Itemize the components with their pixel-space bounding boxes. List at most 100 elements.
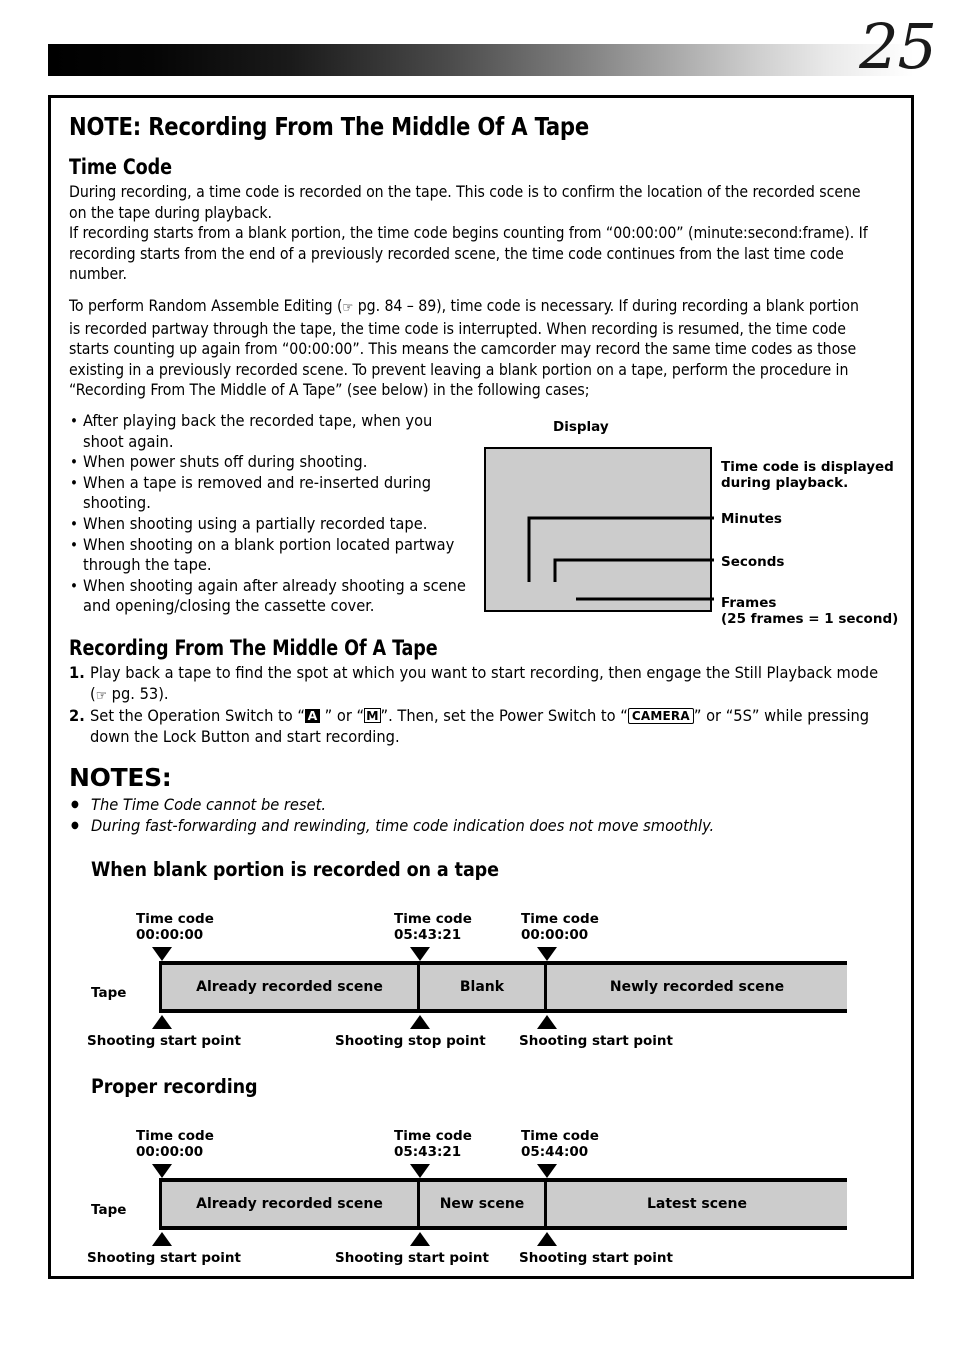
step-2-text-part-1: Set the Operation Switch to “ xyxy=(90,706,305,726)
page-ref-84-89: pg. 84 – 89 xyxy=(357,295,437,315)
shooting-point-label: Shooting start point xyxy=(335,1250,489,1267)
shooting-point-label: Shooting start point xyxy=(87,1250,241,1267)
tape-label: Tape xyxy=(91,985,127,1002)
bullets-and-display-row: After playing back the recorded tape, wh… xyxy=(69,411,901,627)
step-2-text-part-2: ” or “ xyxy=(324,706,365,726)
timecode-label: Time code 05:44:00 xyxy=(521,1128,599,1160)
section-heading-time-code: Time Code xyxy=(69,155,172,179)
tape-label: Tape xyxy=(91,1202,127,1219)
list-item: When shooting using a partially recorded… xyxy=(69,514,469,535)
page-number: 25 xyxy=(859,10,937,83)
step-2-text-part-3: ”. Then, set the Power Switch to “ xyxy=(380,706,628,726)
timecode-label: Time code 05:43:21 xyxy=(394,1128,472,1160)
pointing-hand-icon: ☞ xyxy=(95,687,108,704)
label-frames-main: Frames xyxy=(721,594,777,611)
marker-arrow-down xyxy=(537,947,557,962)
marker-arrow-down xyxy=(152,1164,172,1179)
list-item: During fast-forwarding and rewinding, ti… xyxy=(69,815,899,836)
time-code-paragraph-3: To perform Random Assemble Editing (☞ pg… xyxy=(69,296,870,401)
time-code-paragraph-1: During recording, a time code is recorde… xyxy=(69,182,861,222)
page-header: 25 xyxy=(0,0,954,95)
display-note: Time code is displayed during playback. xyxy=(721,459,896,491)
marker-arrow-up xyxy=(537,1015,557,1030)
label-seconds: Seconds xyxy=(721,553,785,570)
timecode-value: 00:00:00 xyxy=(521,927,589,944)
condition-bullet-list: After playing back the recorded tape, wh… xyxy=(69,411,469,617)
time-code-paragraph-2: If recording starts from a blank portion… xyxy=(69,223,868,284)
marker-arrow-down xyxy=(152,947,172,962)
timecode-caption: Time code xyxy=(521,911,599,928)
marker-arrow-down xyxy=(410,1164,430,1179)
shooting-point-label: Shooting start point xyxy=(519,1250,673,1267)
label-minutes: Minutes xyxy=(721,510,782,527)
timecode-caption: Time code xyxy=(394,1128,472,1145)
timecode-label: Time code 05:43:21 xyxy=(394,911,472,943)
shooting-point-label: Shooting start point xyxy=(519,1033,673,1050)
procedure-steps: 1. Play back a tape to find the spot at w… xyxy=(69,663,899,747)
timecode-label: Time code 00:00:00 xyxy=(136,1128,214,1160)
diagram-blank-title: When blank portion is recorded on a tape xyxy=(91,858,499,882)
segment-label: Already recorded scene xyxy=(196,979,383,996)
diagram-proper-graphic: Time code 00:00:00 Time code 05:43:21 Ti… xyxy=(69,1106,899,1266)
diagram-blank-graphic: Time code 00:00:00 Time code 05:43:21 Ti… xyxy=(69,889,899,1049)
segment-label: Latest scene xyxy=(646,1196,748,1213)
timecode-value: 05:44:00 xyxy=(521,1144,589,1161)
segment-label: Already recorded scene xyxy=(196,1196,383,1213)
content-frame: NOTE: Recording From The Middle Of A Tap… xyxy=(48,95,914,1279)
section-heading-procedure: Recording From The Middle Of A Tape xyxy=(69,635,438,660)
pointing-hand-icon: ☞ xyxy=(342,299,354,316)
segment-label: New scene xyxy=(439,1196,525,1213)
shooting-point-label: Shooting start point xyxy=(87,1033,241,1050)
notes-heading: NOTES: xyxy=(69,763,172,793)
label-frames-sub: (25 frames = 1 second) xyxy=(721,610,899,627)
step-1-text-tail: ). xyxy=(158,683,169,703)
procedure-step-2: 2. Set the Operation Switch to “A ” or “M… xyxy=(69,706,899,747)
timecode-value: 05:43:21 xyxy=(394,927,462,944)
timecode-label: Time code 00:00:00 xyxy=(136,911,214,943)
timecode-value: 00:00:00 xyxy=(136,927,204,944)
notes-list: The Time Code cannot be reset. During fa… xyxy=(69,794,899,836)
page-ref-53: pg. 53 xyxy=(111,683,159,703)
paragraph3-lead: To perform Random Assemble Editing ( xyxy=(69,295,343,315)
marker-arrow-up xyxy=(410,1232,430,1247)
segment-label: Newly recorded scene xyxy=(609,979,785,996)
badge-manual-mode: M xyxy=(364,708,381,724)
gradient-bar xyxy=(48,44,914,76)
badge-camera-mode: CAMERA xyxy=(627,708,694,725)
display-screen-box xyxy=(484,446,712,612)
timecode-caption: Time code xyxy=(136,911,214,928)
list-item: The Time Code cannot be reset. xyxy=(69,794,899,815)
step-1-text-lead: Play back a tape to find the spot at whi… xyxy=(90,662,879,703)
list-item: When shooting on a blank portion located… xyxy=(69,535,469,576)
shooting-point-label: Shooting stop point xyxy=(335,1033,486,1050)
list-item: When power shuts off during shooting. xyxy=(69,452,469,473)
label-frames: Frames (25 frames = 1 second) xyxy=(721,595,901,627)
list-item: When shooting again after already shooti… xyxy=(69,576,469,617)
page-title: NOTE: Recording From The Middle Of A Tap… xyxy=(69,112,590,141)
badge-auto-mode: A xyxy=(304,709,320,724)
display-caption: Display xyxy=(553,418,609,435)
timecode-caption: Time code xyxy=(521,1128,599,1145)
timecode-caption: Time code xyxy=(136,1128,214,1145)
marker-arrow-up xyxy=(152,1015,172,1030)
timecode-caption: Time code xyxy=(394,911,472,928)
list-item: When a tape is removed and re-inserted d… xyxy=(69,473,469,514)
display-diagram: Display Time code is displayed during pl… xyxy=(471,418,901,627)
marker-arrow-down xyxy=(410,947,430,962)
display-note-line-1: Time code is displayed xyxy=(721,458,894,475)
diagram-proper-recording: Proper recording Time code 00:00:00 Time… xyxy=(69,1075,899,1266)
display-note-line-2: during playback. xyxy=(721,474,849,491)
marker-arrow-up xyxy=(410,1015,430,1030)
procedure-step-1: 1. Play back a tape to find the spot at w… xyxy=(69,663,899,706)
diagram-proper-title: Proper recording xyxy=(91,1075,258,1099)
marker-arrow-up xyxy=(152,1232,172,1247)
timecode-value: 05:43:21 xyxy=(394,1144,462,1161)
segment-label: Blank xyxy=(459,979,505,996)
marker-arrow-up xyxy=(537,1232,557,1247)
list-item: After playing back the recorded tape, wh… xyxy=(69,411,469,452)
timecode-value: 00:00:00 xyxy=(136,1144,204,1161)
marker-arrow-down xyxy=(537,1164,557,1179)
step-1-number: 1. xyxy=(69,662,85,682)
step-2-number: 2. xyxy=(69,706,85,726)
diagram-blank-portion: When blank portion is recorded on a tape… xyxy=(69,858,899,1049)
